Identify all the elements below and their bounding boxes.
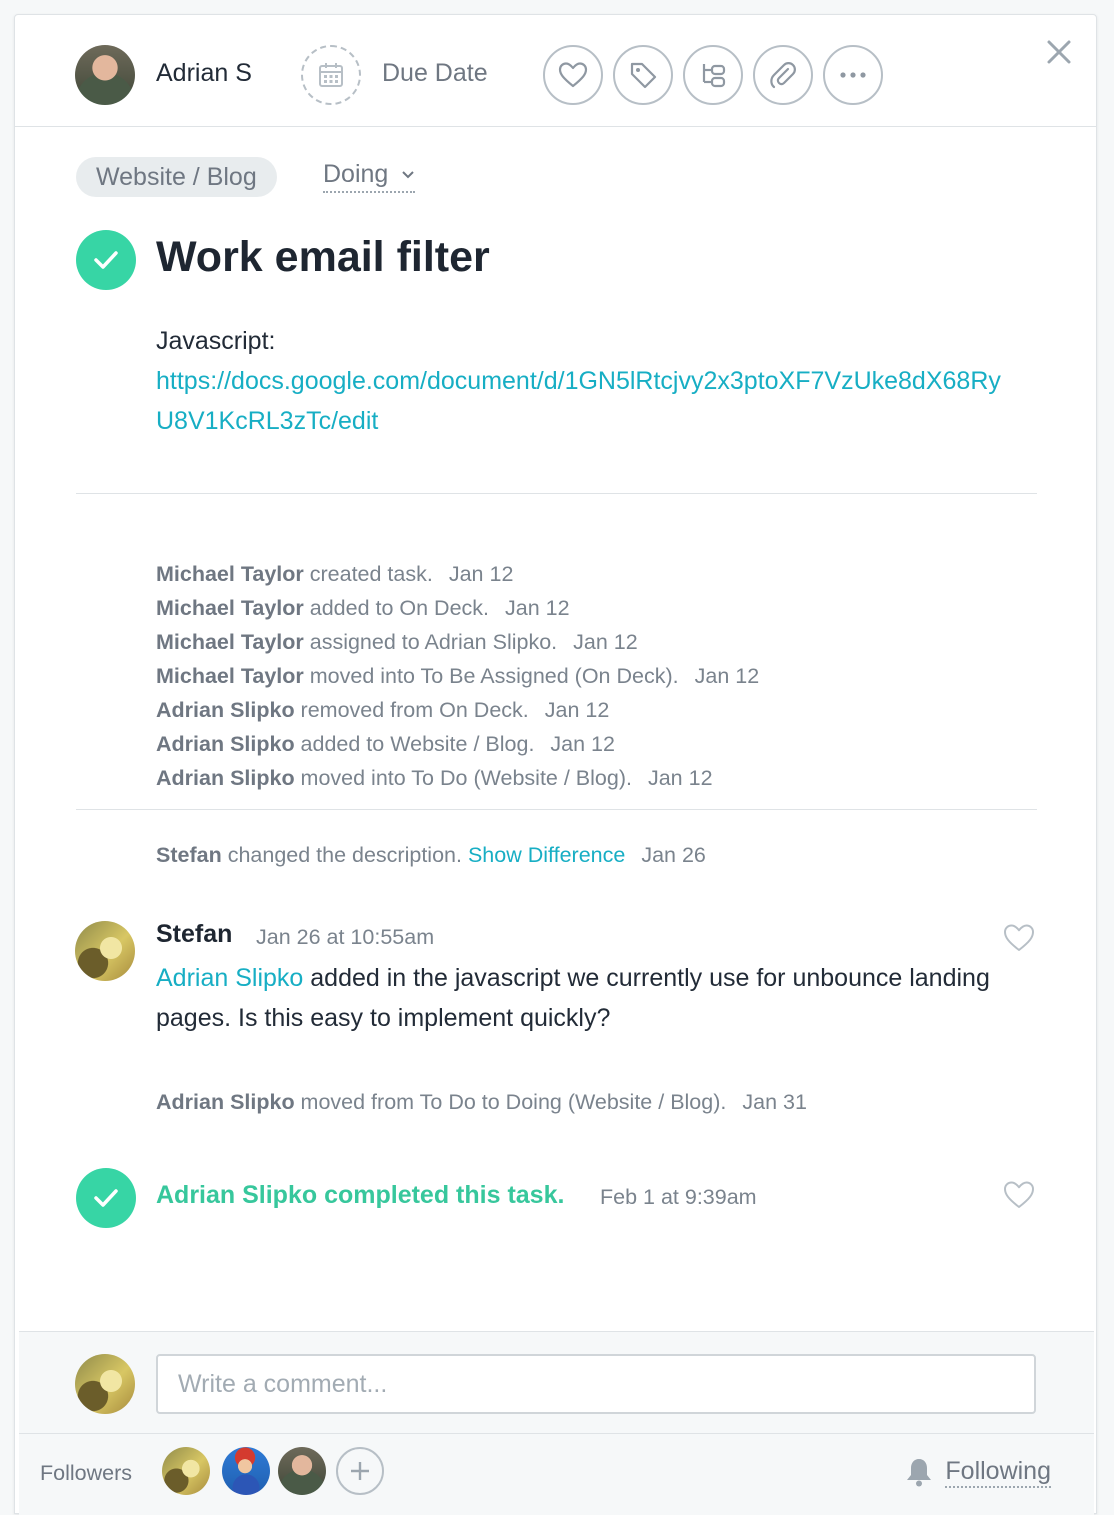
section-dropdown[interactable]: Doing	[323, 159, 416, 193]
chevron-down-icon	[402, 171, 414, 179]
add-follower-button[interactable]	[336, 1447, 384, 1495]
story-row: Michael Taylor added to On Deck. Jan 12	[156, 591, 570, 625]
story-date: Jan 12	[647, 766, 713, 790]
tag-button[interactable]	[613, 45, 673, 105]
following-label: Following	[945, 1456, 1051, 1488]
story-actor[interactable]: Stefan	[156, 843, 222, 867]
completion-story: Adrian Slipko completed this task.	[156, 1181, 565, 1209]
assignee-name[interactable]: Adrian S	[156, 59, 252, 88]
subtask-icon	[702, 64, 726, 88]
completion-check	[76, 1168, 136, 1228]
story-actor[interactable]: Adrian Slipko	[156, 698, 295, 722]
paperclip-icon	[770, 62, 796, 89]
story-date: Jan 12	[573, 630, 638, 654]
story-date: Jan 31	[742, 1090, 807, 1114]
story-row: Michael Taylor assigned to Adrian Slipko…	[156, 625, 638, 659]
story-row: Michael Taylor moved into To Be Assigned…	[156, 659, 759, 693]
comment-body: Adrian Slipko added in the javascript we…	[156, 958, 1016, 1038]
show-difference-link[interactable]: Show Difference	[468, 843, 625, 867]
story-actor[interactable]: Michael Taylor	[156, 664, 304, 688]
story-date: Jan 12	[544, 698, 610, 722]
story-row: Adrian Slipko moved into To Do (Website …	[156, 761, 713, 795]
story-actor[interactable]: Michael Taylor	[156, 562, 304, 586]
completion-like-icon[interactable]	[1003, 1180, 1035, 1210]
divider	[76, 809, 1037, 810]
follower-avatar[interactable]	[222, 1447, 270, 1495]
close-icon	[1047, 40, 1071, 64]
due-date-label[interactable]: Due Date	[382, 59, 488, 88]
story-text: added to On Deck.	[303, 596, 490, 620]
story-date: Jan 12	[448, 562, 514, 586]
followers-bar: Followers Following	[19, 1433, 1094, 1515]
story-text: assigned to Adrian Slipko.	[303, 630, 558, 654]
task-description[interactable]: Javascript: https://docs.google.com/docu…	[156, 321, 1016, 441]
story-row: Adrian Slipko added to Website / Blog. Ja…	[156, 727, 615, 761]
description-link[interactable]: https://docs.google.com/document/d/1GN5l…	[156, 367, 1001, 435]
task-title[interactable]: Work email filter	[156, 229, 490, 285]
more-actions-button[interactable]	[823, 45, 883, 105]
story-text: moved into To Be Assigned (On Deck).	[303, 664, 679, 688]
bell-icon	[907, 1459, 932, 1487]
heart-icon	[558, 62, 588, 88]
check-icon	[94, 1189, 118, 1207]
divider	[76, 493, 1037, 494]
story-date: Jan 12	[694, 664, 760, 688]
tag-icon	[630, 62, 657, 89]
section-label: Doing	[323, 160, 389, 188]
like-button[interactable]	[543, 45, 603, 105]
story-date: Jan 12	[550, 732, 615, 756]
current-user-avatar	[75, 1354, 135, 1414]
story-date: Jan 26	[641, 843, 706, 867]
story-text: removed from On Deck.	[294, 698, 529, 722]
project-pill[interactable]: Website / Blog	[76, 157, 277, 197]
close-button[interactable]	[1044, 37, 1074, 67]
comment-input[interactable]	[156, 1354, 1036, 1414]
story-text: created task.	[303, 562, 433, 586]
story-row: Michael Taylor created task. Jan 12	[156, 557, 513, 591]
story-actor[interactable]: Michael Taylor	[156, 630, 304, 654]
comment-author[interactable]: Stefan	[156, 920, 232, 949]
comment-author-avatar[interactable]	[75, 921, 135, 981]
check-icon	[94, 251, 118, 269]
task-header: Adrian S Due Date	[15, 15, 1096, 127]
story-text: moved into To Do (Website / Blog).	[294, 766, 632, 790]
follower-avatar[interactable]	[162, 1447, 210, 1495]
attachment-button[interactable]	[753, 45, 813, 105]
story-text: added to Website / Blog.	[294, 732, 535, 756]
task-details-pane: Adrian S Due Date Website / Blog Doing W…	[14, 14, 1097, 1515]
story-row: Adrian Slipko removed from On Deck. Jan 1…	[156, 693, 609, 727]
description-label: Javascript:	[156, 327, 276, 355]
story-actor[interactable]: Michael Taylor	[156, 596, 304, 620]
move-story: Adrian Slipko moved from To Do to Doing …	[156, 1085, 807, 1119]
story-actor[interactable]: Adrian Slipko	[156, 766, 295, 790]
calendar-icon	[319, 63, 343, 87]
story-actor[interactable]: Adrian Slipko	[156, 1090, 295, 1114]
comment-time: Jan 26 at 10:55am	[256, 925, 435, 949]
follower-avatar[interactable]	[278, 1447, 326, 1495]
completion-time: Feb 1 at 9:39am	[600, 1185, 757, 1209]
followers-label: Followers	[40, 1461, 132, 1485]
complete-task-button[interactable]	[76, 230, 136, 290]
comment-mention[interactable]: Adrian Slipko	[156, 964, 303, 992]
story-actor[interactable]: Adrian Slipko	[156, 732, 295, 756]
story-date: Jan 12	[505, 596, 570, 620]
description-change-story: Stefan changed the description. Show Diff…	[156, 838, 706, 872]
subtask-button[interactable]	[683, 45, 743, 105]
due-date-button[interactable]	[301, 45, 361, 105]
story-text: changed the description.	[221, 843, 462, 867]
story-text: moved from To Do to Doing (Website / Blo…	[294, 1090, 727, 1114]
comment-composer	[19, 1331, 1094, 1433]
assignee-avatar[interactable]	[75, 45, 135, 105]
plus-icon	[351, 1462, 369, 1480]
comment-like-icon[interactable]	[1003, 923, 1035, 953]
more-icon	[840, 72, 866, 78]
following-toggle[interactable]: Following	[905, 1456, 1051, 1488]
